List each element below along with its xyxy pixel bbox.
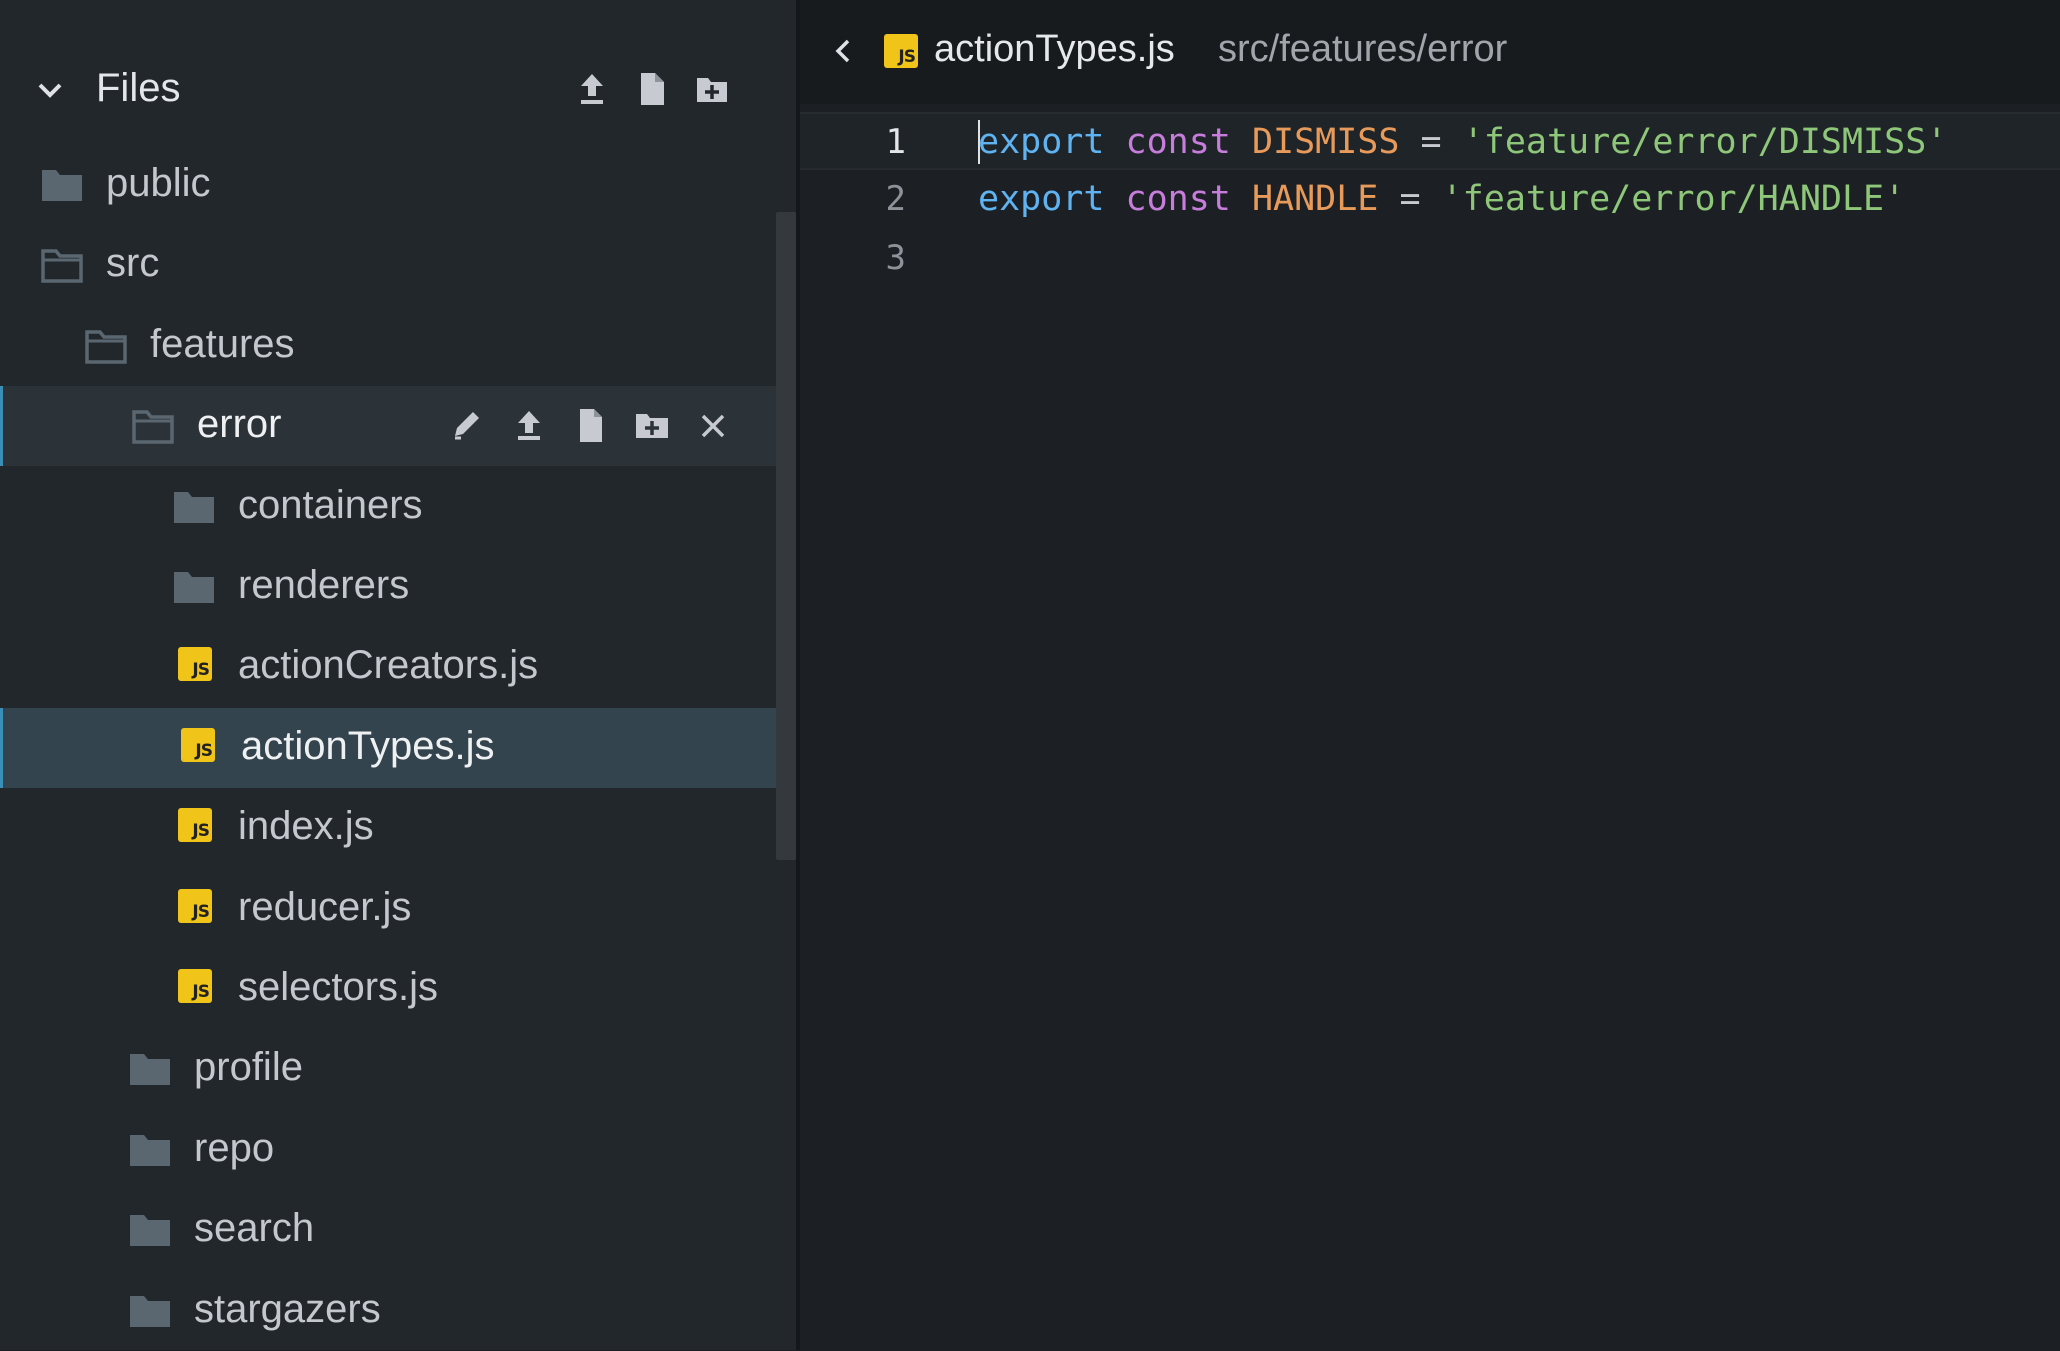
open-file-name: actionTypes.js <box>934 28 1175 70</box>
tree-item-label: error <box>197 402 282 447</box>
tree-item-actiontypes-js[interactable]: JS actionTypes.js <box>0 707 776 788</box>
tree-item-label: stargazers <box>194 1286 381 1331</box>
tree-item-label: search <box>194 1206 315 1251</box>
tree-item-index-js[interactable]: JS index.js <box>0 788 776 868</box>
js-file-icon: JS <box>178 888 212 923</box>
code-text: export const DISMISS = 'feature/error/DI… <box>978 122 1948 162</box>
tree-item-error[interactable]: error <box>0 386 776 467</box>
folder-open-icon <box>132 410 174 444</box>
line-number: 3 <box>885 238 906 278</box>
tree-item-label: src <box>106 241 160 286</box>
js-file-icon: JS <box>178 647 212 682</box>
tree-item-label: index.js <box>238 804 374 849</box>
line-number: 1 <box>885 122 906 162</box>
tree-item-label: reducer.js <box>238 884 412 929</box>
folder-icon <box>130 1134 170 1166</box>
chevron-left-icon[interactable] <box>830 36 856 66</box>
tree-item-label: actionCreators.js <box>238 643 539 688</box>
sidebar-header: Files <box>0 48 796 128</box>
tree-item-label: actionTypes.js <box>241 723 495 768</box>
code-line[interactable]: 3 <box>800 230 2060 288</box>
tree-item-label: selectors.js <box>238 965 439 1009</box>
tree-item-actioncreators-js[interactable]: JS actionCreators.js <box>0 627 776 707</box>
tree-item-label: profile <box>194 1045 303 1090</box>
folder-icon <box>174 491 214 523</box>
js-file-icon: JS <box>178 808 212 843</box>
upload-icon[interactable] <box>574 70 610 108</box>
code-editor: JS actionTypes.js src/features/error 1 ex… <box>800 0 2060 1350</box>
tree-item-public[interactable]: public <box>0 145 776 225</box>
tree-item-label: containers <box>238 482 423 527</box>
new-folder-icon[interactable] <box>694 70 730 108</box>
line-number: 2 <box>885 179 906 219</box>
tree-item-stargazers[interactable]: stargazers <box>0 1271 776 1351</box>
tree-item-reducer-js[interactable]: JS reducer.js <box>0 869 776 949</box>
new-file-icon[interactable] <box>634 70 670 108</box>
sidebar-scrollbar[interactable] <box>776 212 796 860</box>
tree-item-src[interactable]: src <box>0 225 776 305</box>
js-file-icon: JS <box>181 727 215 762</box>
folder-open-icon <box>41 249 83 284</box>
folder-actions <box>447 406 737 446</box>
tree-item-containers[interactable]: containers <box>0 467 776 547</box>
folder-icon <box>130 1295 170 1327</box>
code-line[interactable]: 1 export const DISMISS = 'feature/error/D… <box>800 112 2060 170</box>
rename-pencil-icon[interactable] <box>447 406 487 446</box>
tree-item-label: features <box>150 321 295 366</box>
tree-item-repo[interactable]: repo <box>0 1110 776 1190</box>
tree-item-profile[interactable]: profile <box>0 1029 776 1109</box>
tree-item-selectors-js[interactable]: JS selectors.js <box>0 949 776 1029</box>
folder-open-icon <box>85 330 127 364</box>
open-file-path: src/features/error <box>1218 28 1508 70</box>
files-title: Files <box>96 66 181 110</box>
tree-item-label: renderers <box>238 563 410 607</box>
text-cursor <box>978 120 980 164</box>
upload-icon[interactable] <box>509 406 549 446</box>
js-file-icon: JS <box>178 969 212 1003</box>
chevron-down-icon[interactable] <box>34 74 66 106</box>
new-file-icon[interactable] <box>570 406 610 446</box>
folder-icon <box>130 1215 170 1247</box>
js-file-icon: JS <box>884 34 918 68</box>
tree-item-search[interactable]: search <box>0 1190 776 1270</box>
tree-item-renderers[interactable]: renderers <box>0 547 776 627</box>
code-text: export const HANDLE = 'feature/error/HAN… <box>978 179 1906 219</box>
new-folder-icon[interactable] <box>632 406 672 446</box>
close-icon[interactable] <box>693 406 733 446</box>
file-explorer-sidebar: Files public src features error containers re… <box>0 0 796 1350</box>
code-line[interactable]: 2 export const HANDLE = 'feature/error/HA… <box>800 171 2060 229</box>
editor-header: JS actionTypes.js src/features/error <box>800 0 2060 104</box>
folder-icon <box>42 170 82 201</box>
folder-icon <box>130 1054 170 1086</box>
tree-item-label: repo <box>194 1125 275 1170</box>
tree-item-features[interactable]: features <box>0 306 776 386</box>
tree-item-label: public <box>106 161 211 205</box>
folder-icon <box>174 572 214 603</box>
